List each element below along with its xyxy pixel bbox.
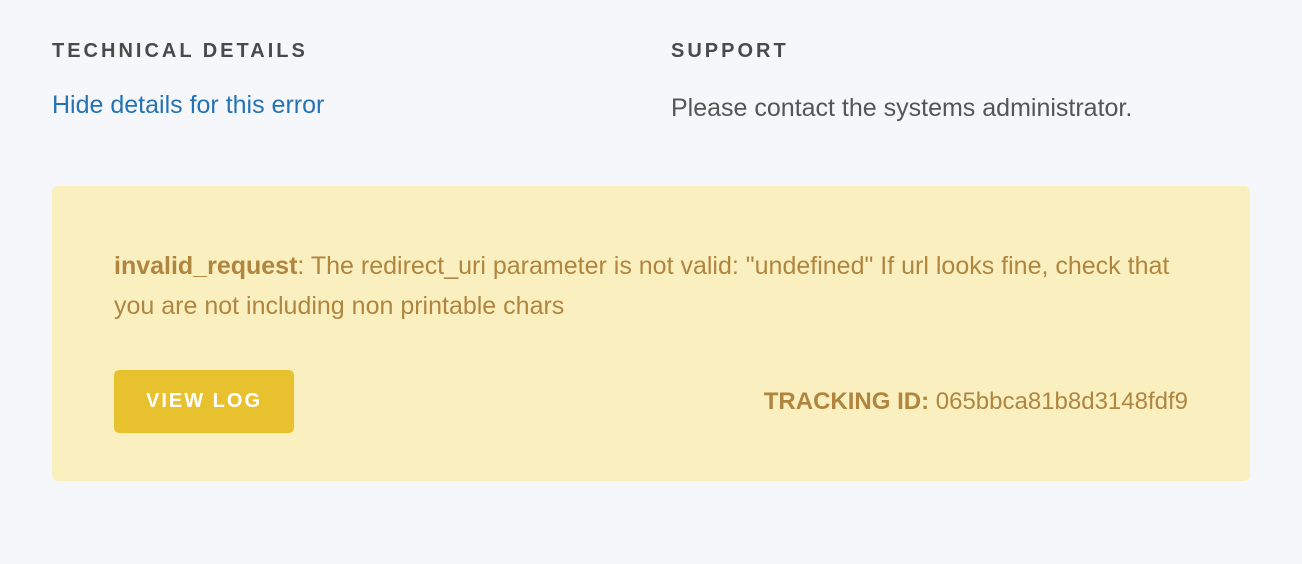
tracking-info: TRACKING ID: 065bbca81b8d3148fdf9 (764, 388, 1188, 416)
support-message: Please contact the systems administrator… (671, 91, 1250, 126)
error-separator: : (297, 252, 310, 280)
error-message: invalid_request: The redirect_uri parame… (114, 246, 1188, 326)
error-code: invalid_request (114, 252, 297, 280)
hide-details-link[interactable]: Hide details for this error (52, 91, 324, 119)
error-footer: VIEW LOG TRACKING ID: 065bbca81b8d3148fd… (114, 370, 1188, 433)
view-log-button[interactable]: VIEW LOG (114, 370, 294, 433)
info-columns: TECHNICAL DETAILS Hide details for this … (52, 40, 1250, 126)
error-panel: invalid_request: The redirect_uri parame… (52, 186, 1250, 481)
technical-details-heading: TECHNICAL DETAILS (52, 40, 631, 63)
support-column: SUPPORT Please contact the systems admin… (671, 40, 1250, 126)
support-heading: SUPPORT (671, 40, 1250, 63)
tracking-id-value: 065bbca81b8d3148fdf9 (936, 388, 1188, 415)
tracking-label: TRACKING ID: (764, 388, 936, 415)
technical-details-column: TECHNICAL DETAILS Hide details for this … (52, 40, 631, 126)
